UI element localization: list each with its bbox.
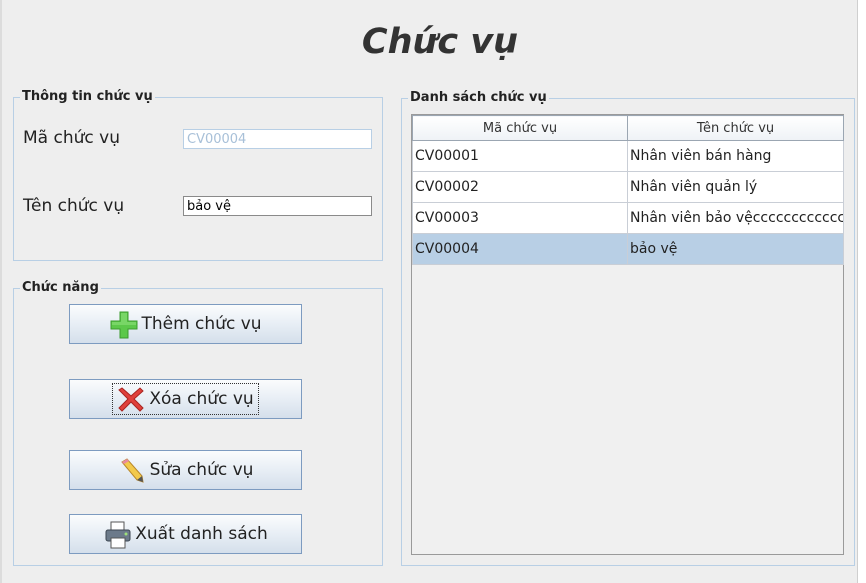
code-label: Mã chức vụ [23,128,120,148]
table-row-selected[interactable]: CV00004 bảo vệ [412,233,844,265]
name-field[interactable] [183,196,372,216]
x-icon [117,385,145,413]
cell-name: Nhân viên quản lý [627,171,844,203]
list-group-title: Danh sách chức vụ [408,90,549,106]
add-button[interactable]: Thêm chức vụ [69,304,302,344]
functions-group-title: Chức năng [20,280,101,296]
printer-icon [103,520,131,549]
cell-name: Nhân viên bảo vệccccccccccccc [627,202,844,234]
table-row[interactable]: CV00003 Nhân viên bảo vệccccccccccccc [412,202,844,234]
table-row[interactable]: CV00002 Nhân viên quản lý [412,171,844,203]
edit-button-label: Sửa chức vụ [149,460,254,480]
positions-table: Mã chức vụ Tên chức vụ CV00001 Nhân viên… [412,115,844,265]
page-title: Chức vụ [361,22,519,62]
pencil-icon [118,456,146,484]
column-header-code[interactable]: Mã chức vụ [412,115,628,141]
cell-code: CV00001 [412,140,628,172]
delete-button-focus: Xóa chức vụ [112,383,259,415]
edit-button[interactable]: Sửa chức vụ [69,450,302,490]
cell-code: CV00002 [412,171,628,203]
export-button-label: Xuất danh sách [135,524,268,544]
plus-icon [109,310,138,339]
window-edge-left [0,0,2,583]
column-header-name[interactable]: Tên chức vụ [627,115,844,141]
info-group: Thông tin chức vụ [13,89,383,261]
table-header-row: Mã chức vụ Tên chức vụ [412,115,844,141]
cell-code: CV00003 [412,202,628,234]
name-label: Tên chức vụ [23,196,125,216]
info-group-title: Thông tin chức vụ [20,89,155,105]
delete-button-label: Xóa chức vụ [149,389,254,409]
add-button-label: Thêm chức vụ [141,314,262,334]
export-button[interactable]: Xuất danh sách [69,514,302,554]
table-row[interactable]: CV00001 Nhân viên bán hàng [412,140,844,172]
window-edge-right [857,0,866,583]
cell-code: CV00004 [412,233,628,265]
code-field [183,129,372,149]
cell-name: bảo vệ [627,233,844,265]
cell-name: Nhân viên bán hàng [627,140,844,172]
delete-button[interactable]: Xóa chức vụ [69,379,302,419]
